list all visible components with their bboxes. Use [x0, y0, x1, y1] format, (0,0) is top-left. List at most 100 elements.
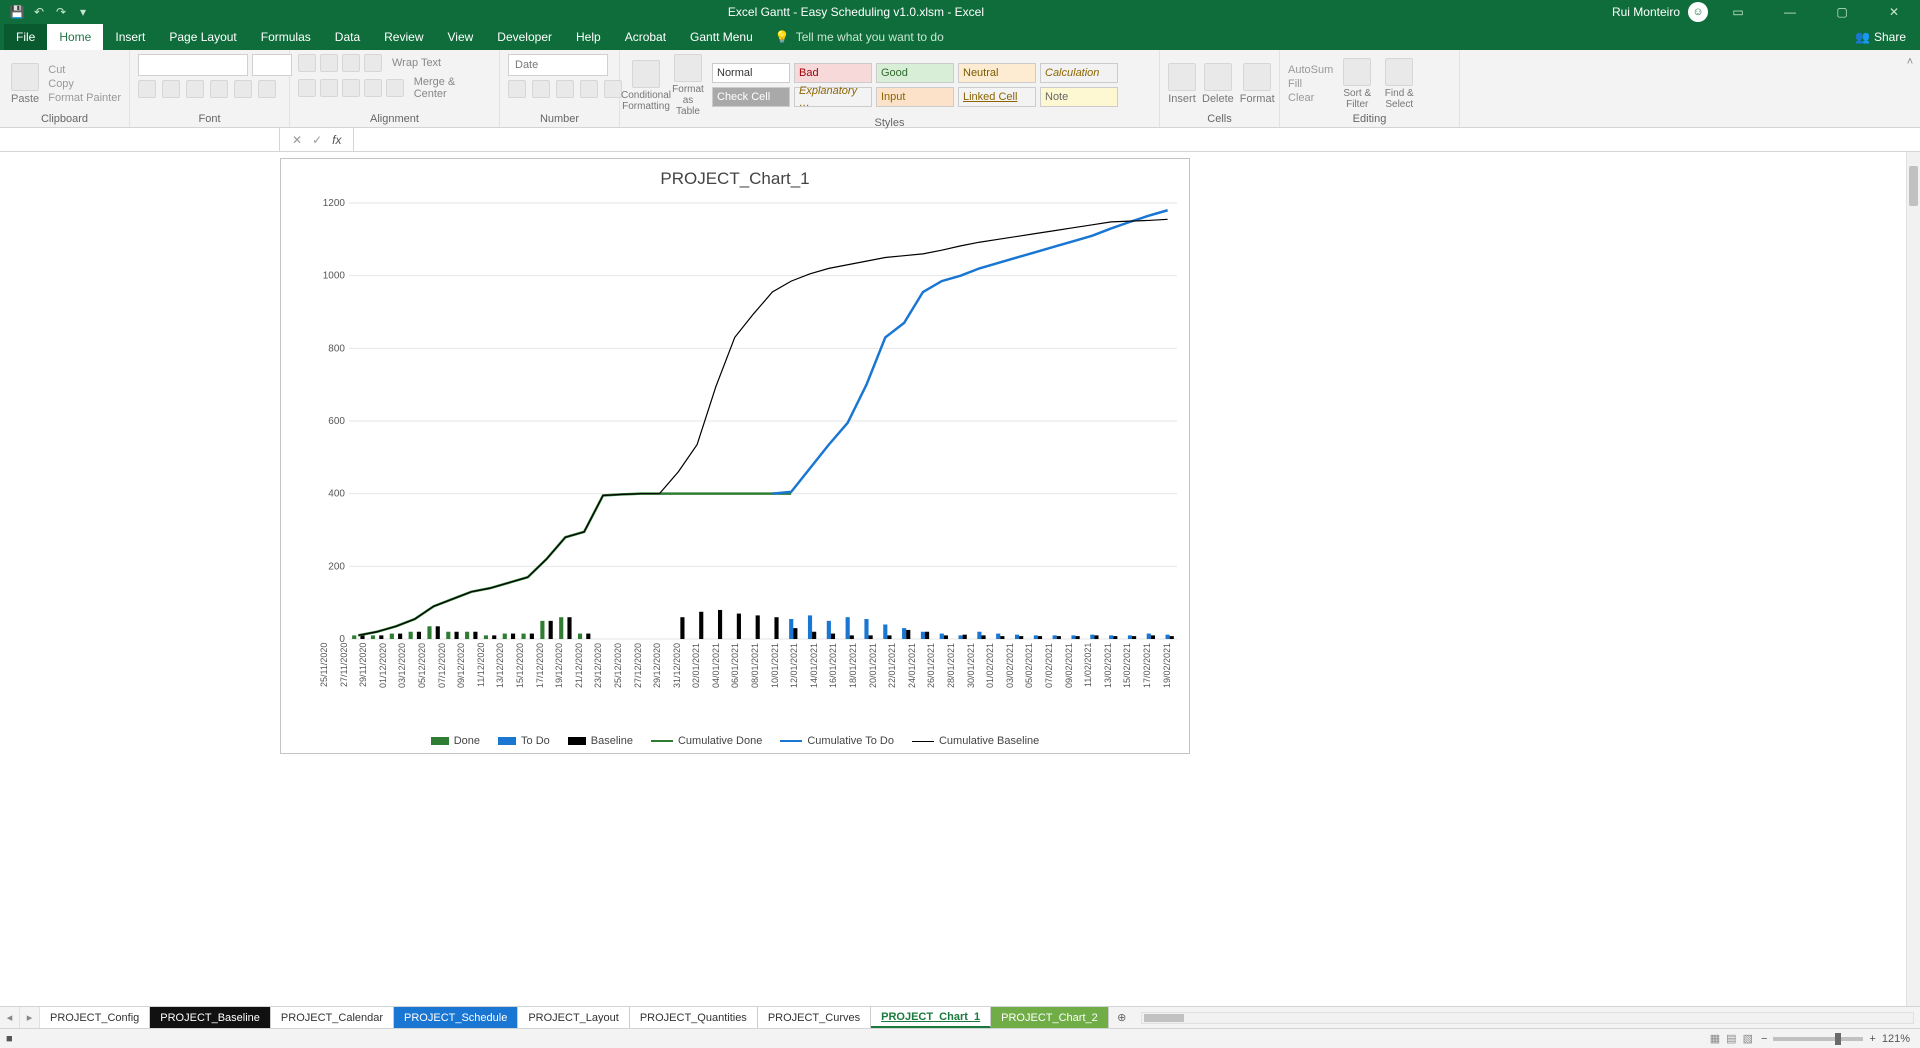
font-color-button[interactable]: [258, 80, 276, 98]
sheet-tab-schedule[interactable]: PROJECT_Schedule: [394, 1007, 518, 1028]
fx-icon[interactable]: fx: [332, 133, 341, 147]
fill-button[interactable]: Fill: [1288, 78, 1333, 90]
underline-button[interactable]: [186, 80, 204, 98]
style-calculation[interactable]: Calculation: [1040, 63, 1118, 83]
wrap-text-button[interactable]: Wrap Text: [392, 57, 441, 69]
font-family-select[interactable]: [138, 54, 248, 76]
h-scrollbar-thumb[interactable]: [1144, 1014, 1184, 1022]
view-page-layout-icon[interactable]: ▤: [1726, 1032, 1736, 1045]
percent-button[interactable]: [532, 80, 550, 98]
maximize-icon[interactable]: ▢: [1820, 0, 1864, 24]
horizontal-scrollbar[interactable]: [1135, 1007, 1920, 1028]
insert-cells-button[interactable]: Insert: [1168, 63, 1196, 105]
ribbon-collapse-icon[interactable]: ˄: [1900, 50, 1920, 127]
style-note[interactable]: Note: [1040, 87, 1118, 107]
tab-developer[interactable]: Developer: [485, 24, 564, 50]
align-center-button[interactable]: [320, 79, 338, 97]
sheet-nav-prev-icon[interactable]: ◂: [0, 1007, 20, 1028]
tab-help[interactable]: Help: [564, 24, 613, 50]
find-select-button[interactable]: Find & Select: [1381, 58, 1417, 110]
tab-insert[interactable]: Insert: [103, 24, 157, 50]
zoom-in-icon[interactable]: +: [1869, 1033, 1875, 1045]
share-button[interactable]: 👥 Share: [1855, 24, 1920, 50]
sheet-tab-chart-1[interactable]: PROJECT_Chart_1: [871, 1007, 991, 1028]
tab-page-layout[interactable]: Page Layout: [157, 24, 248, 50]
sheet-tab-layout[interactable]: PROJECT_Layout: [518, 1007, 629, 1028]
style-normal[interactable]: Normal: [712, 63, 790, 83]
minimize-icon[interactable]: —: [1768, 0, 1812, 24]
indent-dec-button[interactable]: [364, 79, 382, 97]
view-normal-icon[interactable]: ▦: [1710, 1032, 1720, 1045]
undo-icon[interactable]: ↶: [30, 3, 48, 21]
tab-review[interactable]: Review: [372, 24, 435, 50]
sheet-tab-curves[interactable]: PROJECT_Curves: [758, 1007, 871, 1028]
copy-button[interactable]: Copy: [48, 78, 121, 90]
zoom-out-icon[interactable]: −: [1761, 1033, 1767, 1045]
style-explanatory[interactable]: Explanatory …: [794, 87, 872, 107]
conditional-formatting-button[interactable]: Conditional Formatting: [628, 60, 664, 112]
save-icon[interactable]: 💾: [8, 3, 26, 21]
indent-inc-button[interactable]: [386, 79, 404, 97]
sheet-nav-next-icon[interactable]: ▸: [20, 1007, 40, 1028]
tab-view[interactable]: View: [436, 24, 486, 50]
ribbon-display-icon[interactable]: ▭: [1716, 0, 1760, 24]
delete-cells-button[interactable]: Delete: [1202, 63, 1234, 105]
sheet-tab-calendar[interactable]: PROJECT_Calendar: [271, 1007, 394, 1028]
dec-inc-button[interactable]: [580, 80, 598, 98]
qa-custom-icon[interactable]: ▾: [74, 3, 92, 21]
merge-center-button[interactable]: Merge & Center: [414, 76, 491, 100]
view-page-break-icon[interactable]: ▧: [1743, 1032, 1753, 1045]
style-input[interactable]: Input: [876, 87, 954, 107]
vertical-scrollbar[interactable]: [1906, 152, 1920, 1006]
new-sheet-button[interactable]: ⊕: [1109, 1007, 1135, 1028]
style-linked-cell[interactable]: Linked Cell: [958, 87, 1036, 107]
border-button[interactable]: [210, 80, 228, 98]
font-size-select[interactable]: [252, 54, 292, 76]
tell-me[interactable]: 💡 Tell me what you want to do: [775, 24, 944, 50]
macro-record-icon[interactable]: ■: [0, 1033, 14, 1045]
bold-button[interactable]: [138, 80, 156, 98]
style-bad[interactable]: Bad: [794, 63, 872, 83]
zoom-slider[interactable]: [1773, 1037, 1863, 1041]
zoom-slider-knob[interactable]: [1835, 1033, 1841, 1045]
autosum-button[interactable]: AutoSum: [1288, 64, 1333, 76]
tab-file[interactable]: File: [4, 24, 47, 50]
zoom-level[interactable]: 121%: [1882, 1033, 1910, 1045]
paste-button[interactable]: Paste: [8, 63, 42, 105]
sheet-tab-chart-2[interactable]: PROJECT_Chart_2: [991, 1007, 1109, 1028]
cut-button[interactable]: Cut: [48, 64, 121, 76]
style-check-cell[interactable]: Check Cell: [712, 87, 790, 107]
fill-color-button[interactable]: [234, 80, 252, 98]
italic-button[interactable]: [162, 80, 180, 98]
number-format-select[interactable]: Date: [508, 54, 608, 76]
clear-button[interactable]: Clear: [1288, 92, 1333, 104]
tab-data[interactable]: Data: [323, 24, 372, 50]
enter-formula-icon[interactable]: ✓: [312, 133, 322, 147]
redo-icon[interactable]: ↷: [52, 3, 70, 21]
align-left-button[interactable]: [298, 79, 316, 97]
chart-object[interactable]: PROJECT_Chart_1 020040060080010001200 25…: [280, 158, 1190, 754]
style-good[interactable]: Good: [876, 63, 954, 83]
name-box[interactable]: [0, 128, 280, 151]
currency-button[interactable]: [508, 80, 526, 98]
tab-gantt-menu[interactable]: Gantt Menu: [678, 24, 765, 50]
tab-acrobat[interactable]: Acrobat: [613, 24, 678, 50]
tab-formulas[interactable]: Formulas: [249, 24, 323, 50]
sheet-tab-quantities[interactable]: PROJECT_Quantities: [630, 1007, 758, 1028]
style-neutral[interactable]: Neutral: [958, 63, 1036, 83]
format-as-table-button[interactable]: Format as Table: [670, 54, 706, 117]
close-icon[interactable]: ✕: [1872, 0, 1916, 24]
tab-home[interactable]: Home: [47, 24, 103, 50]
align-right-button[interactable]: [342, 79, 360, 97]
worksheet-area[interactable]: PROJECT_Chart_1 020040060080010001200 25…: [0, 152, 1920, 1006]
align-top-button[interactable]: [298, 54, 316, 72]
comma-button[interactable]: [556, 80, 574, 98]
scrollbar-thumb[interactable]: [1909, 166, 1918, 206]
orientation-button[interactable]: [364, 54, 382, 72]
sheet-tab-config[interactable]: PROJECT_Config: [40, 1007, 150, 1028]
align-bottom-button[interactable]: [342, 54, 360, 72]
format-painter-button[interactable]: Format Painter: [48, 92, 121, 104]
format-cells-button[interactable]: Format: [1240, 63, 1275, 105]
sort-filter-button[interactable]: Sort & Filter: [1339, 58, 1375, 110]
cancel-formula-icon[interactable]: ✕: [292, 133, 302, 147]
